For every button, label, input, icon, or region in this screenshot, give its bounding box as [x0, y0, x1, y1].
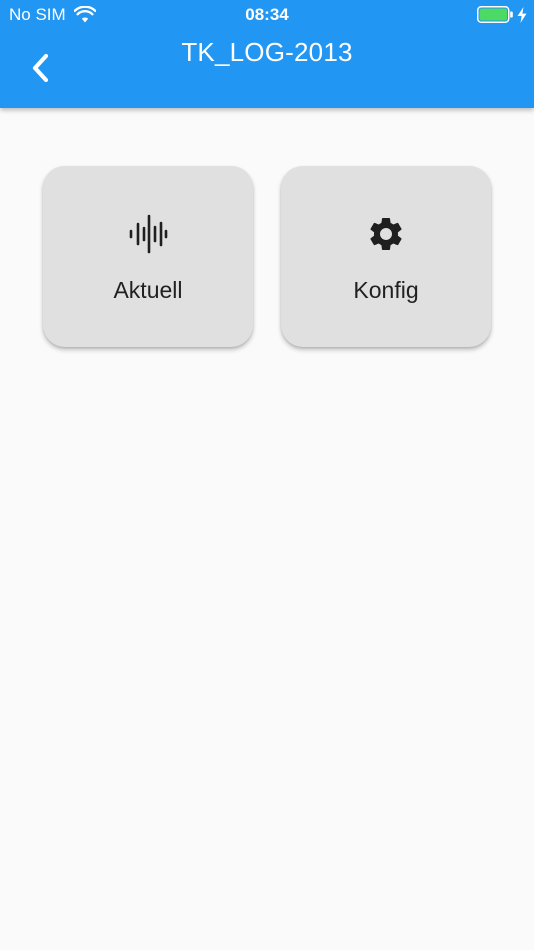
konfig-tile[interactable]: Konfig: [281, 166, 491, 347]
app-bar: No SIM 08:34 TK_LOG-2013: [0, 0, 534, 108]
konfig-label: Konfig: [353, 277, 419, 303]
battery-icon: [477, 6, 513, 23]
aktuell-label: Aktuell: [113, 277, 183, 303]
gear-icon: [370, 218, 402, 250]
waveform-icon: [129, 214, 168, 254]
clock: 08:34: [245, 5, 289, 24]
status-bar: No SIM 08:34: [0, 0, 534, 30]
aktuell-tile[interactable]: Aktuell: [43, 166, 253, 347]
charging-icon: [517, 7, 527, 23]
page-title: TK_LOG-2013: [181, 37, 353, 67]
